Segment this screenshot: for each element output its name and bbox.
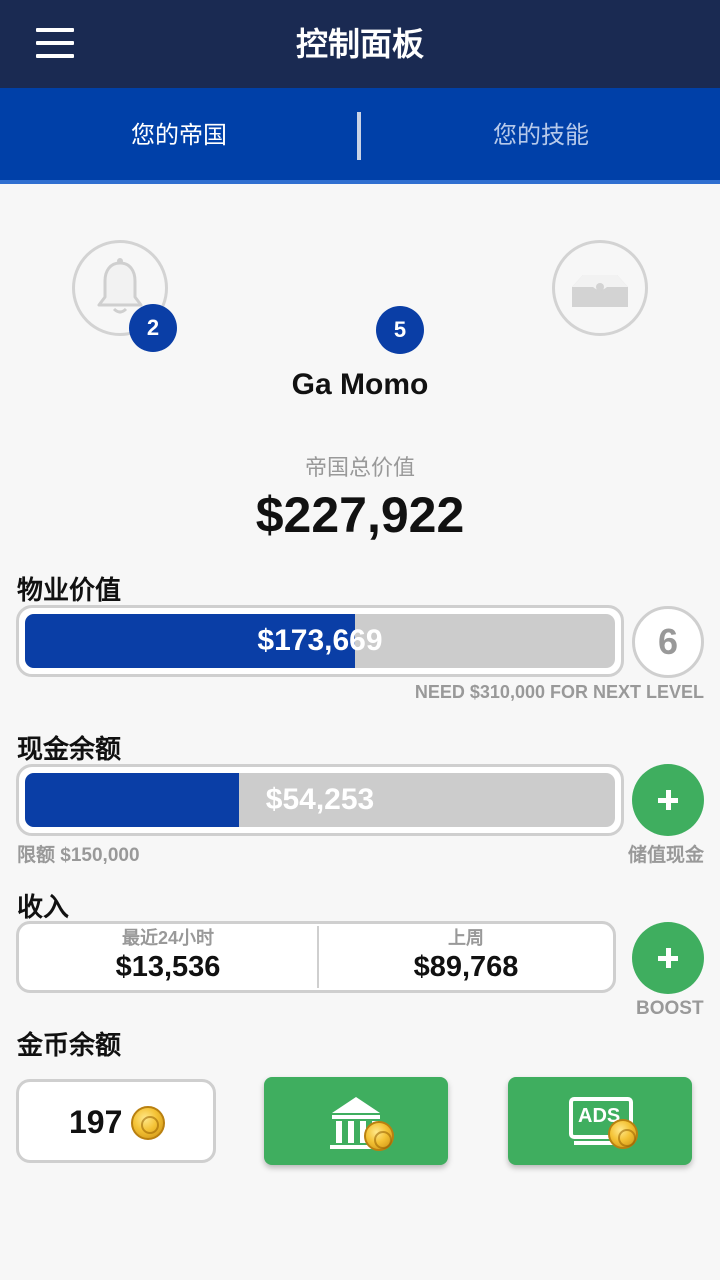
store-cash-label: 储值现金: [627, 845, 704, 866]
store-cash-button[interactable]: [632, 764, 704, 836]
empire-total-value: $227,922: [255, 487, 465, 543]
bank-icon: [330, 1097, 382, 1149]
coin-icon: [608, 1119, 638, 1149]
boost-button[interactable]: [632, 922, 704, 994]
tab-your-empire[interactable]: 您的帝国: [0, 88, 358, 180]
income-last-week: 上周 $89,768: [319, 924, 613, 990]
page-title: 控制面板: [295, 26, 424, 62]
cash-value-text: $54,253: [265, 783, 375, 816]
income-summary: 最近24小时 $13,536 上周 $89,768: [16, 921, 616, 993]
inbox-button[interactable]: [552, 240, 648, 336]
plus-icon-stem: [666, 790, 671, 810]
income-last-week-value: $89,768: [413, 951, 519, 983]
property-level-indicator: 6: [632, 606, 704, 678]
cash-balance-label: 现金余额: [17, 734, 122, 764]
property-progress-track: $173,669: [25, 614, 615, 668]
cash-progress-track: $54,253: [25, 773, 615, 827]
income-last-24h-value: $13,536: [115, 951, 221, 983]
notification-count-badge: 2: [129, 304, 177, 352]
property-value-label: 物业价值: [17, 575, 122, 605]
coin-bank-button[interactable]: [264, 1077, 448, 1165]
coin-count: 197: [69, 1104, 123, 1140]
coin-balance: 197: [16, 1079, 216, 1163]
player-name: Ga Momo: [291, 368, 429, 401]
inbox-icon: [572, 275, 628, 307]
tab-your-skills[interactable]: 您的技能: [362, 88, 720, 180]
watch-ads-button[interactable]: ADS: [508, 1077, 692, 1165]
income-last-week-label: 上周: [448, 928, 484, 948]
coin-icon: [364, 1121, 394, 1151]
income-last-24h-label: 最近24小时: [121, 928, 215, 948]
empire-total-label: 帝国总价值: [304, 455, 415, 480]
property-value-bar: $173,669: [16, 605, 624, 677]
app-header: 控制面板: [0, 0, 720, 88]
cash-limit-text: 限额 $150,000: [17, 845, 140, 866]
boost-label: BOOST: [636, 998, 704, 1019]
player-level-badge: 5: [376, 306, 424, 354]
income-last-24h: 最近24小时 $13,536: [19, 924, 317, 990]
coin-balance-label: 金币余额: [17, 1030, 122, 1060]
plus-icon-stem: [666, 948, 671, 968]
coin-icon: [131, 1106, 165, 1140]
next-level-requirement: NEED $310,000 FOR NEXT LEVEL: [414, 682, 704, 702]
income-label: 收入: [17, 892, 70, 922]
tab-bar: 您的帝国 您的技能: [0, 88, 720, 184]
cash-balance-bar: $54,253: [16, 764, 624, 836]
property-value-text: $173,669: [257, 624, 383, 657]
tab-divider: [357, 112, 361, 160]
